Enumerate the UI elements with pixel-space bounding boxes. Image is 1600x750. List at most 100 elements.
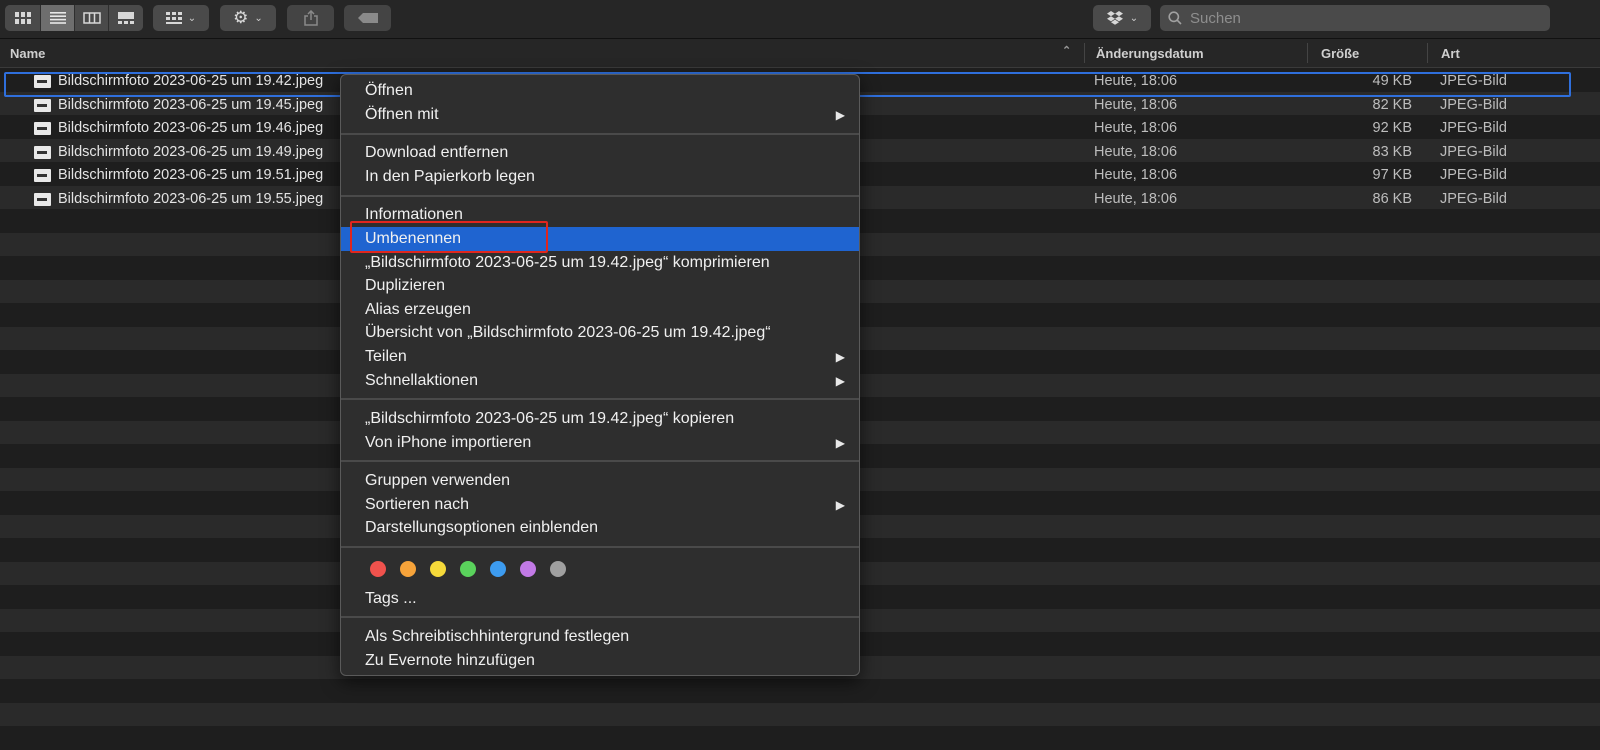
tag-color-dot[interactable] bbox=[520, 561, 536, 577]
file-kind: JPEG-Bild bbox=[1440, 143, 1507, 160]
dropbox-button[interactable]: ⌄ bbox=[1093, 5, 1151, 31]
menu-item-remove-download[interactable]: Download entfernen bbox=[341, 141, 859, 165]
file-kind: JPEG-Bild bbox=[1440, 190, 1507, 207]
menu-item-label: Alias erzeugen bbox=[365, 301, 471, 318]
column-name-header[interactable]: Name bbox=[10, 46, 45, 61]
view-columns-button[interactable] bbox=[75, 5, 109, 31]
tag-color-dot[interactable] bbox=[550, 561, 566, 577]
menu-item-import-from-iphone[interactable]: Von iPhone importieren ▶ bbox=[341, 431, 859, 455]
file-size: 82 KB bbox=[1372, 96, 1413, 113]
column-size-header[interactable]: Größe bbox=[1321, 46, 1359, 61]
grid-icon bbox=[14, 12, 31, 24]
menu-item-make-alias[interactable]: Alias erzeugen bbox=[341, 298, 859, 322]
menu-separator bbox=[341, 398, 859, 400]
file-date: Heute, 18:06 bbox=[1094, 190, 1178, 207]
file-name: Bildschirmfoto 2023-06-25 um 19.46.jpeg bbox=[58, 120, 324, 136]
menu-separator bbox=[341, 546, 859, 548]
tag-icon bbox=[357, 13, 378, 23]
sort-ascending-icon[interactable]: ⌃ bbox=[1062, 44, 1071, 57]
submenu-arrow-icon: ▶ bbox=[835, 108, 845, 122]
menu-item-use-groups[interactable]: Gruppen verwenden bbox=[341, 469, 859, 493]
menu-item-compress[interactable]: „Bildschirmfoto 2023-06-25 um 19.42.jpeg… bbox=[341, 251, 859, 275]
menu-item-open-with[interactable]: Öffnen mit ▶ bbox=[341, 103, 859, 127]
menu-item-label: Darstellungsoptionen einblenden bbox=[365, 519, 599, 536]
menu-item-label: Von iPhone importieren bbox=[365, 434, 532, 451]
highlight-annotation-box bbox=[350, 221, 548, 253]
group-icon bbox=[165, 12, 182, 24]
file-name: Bildschirmfoto 2023-06-25 um 19.55.jpeg bbox=[58, 190, 324, 207]
image-file-icon bbox=[34, 98, 51, 112]
tag-color-dot[interactable] bbox=[430, 561, 446, 577]
file-size: 86 KB bbox=[1372, 190, 1413, 207]
chevron-down-icon: ⌄ bbox=[1129, 12, 1139, 24]
menu-item-open[interactable]: Öffnen bbox=[341, 79, 859, 103]
tag-color-dot[interactable] bbox=[460, 561, 476, 577]
menu-item-label: In den Papierkorb legen bbox=[365, 168, 535, 185]
menu-item-label: Download entfernen bbox=[365, 144, 509, 161]
menu-item-share[interactable]: Teilen ▶ bbox=[341, 345, 859, 369]
column-date-header[interactable]: Änderungsdatum bbox=[1096, 46, 1204, 61]
menu-item-copy[interactable]: „Bildschirmfoto 2023-06-25 um 19.42.jpeg… bbox=[341, 407, 859, 431]
tag-button[interactable] bbox=[344, 5, 391, 31]
menu-item-move-to-trash[interactable]: In den Papierkorb legen bbox=[341, 165, 859, 189]
menu-item-label: „Bildschirmfoto 2023-06-25 um 19.42.jpeg… bbox=[365, 254, 770, 271]
action-button[interactable]: ⚙ ⌄ bbox=[220, 5, 276, 31]
share-button[interactable] bbox=[287, 5, 334, 31]
image-file-icon bbox=[34, 169, 51, 182]
column-divider[interactable] bbox=[1427, 43, 1428, 63]
file-kind: JPEG-Bild bbox=[1440, 167, 1507, 183]
context-menu: Öffnen Öffnen mit ▶ Download entfernen In… bbox=[340, 74, 860, 676]
submenu-arrow-icon: ▶ bbox=[835, 498, 845, 512]
menu-separator bbox=[341, 195, 859, 197]
menu-item-tags[interactable]: Tags ... bbox=[341, 587, 859, 611]
group-menu: ⌄ bbox=[153, 5, 209, 31]
dropbox-icon bbox=[1106, 10, 1123, 25]
menu-separator bbox=[341, 616, 859, 618]
view-list-button[interactable] bbox=[41, 5, 75, 31]
column-divider[interactable] bbox=[1084, 43, 1085, 63]
tag-group bbox=[344, 5, 391, 31]
chevron-down-icon: ⌄ bbox=[254, 12, 263, 24]
menu-item-label: Gruppen verwenden bbox=[365, 472, 510, 489]
menu-item-set-desktop-picture[interactable]: Als Schreibtischhintergrund festlegen bbox=[341, 625, 859, 649]
file-name: Bildschirmfoto 2023-06-25 um 19.49.jpeg bbox=[58, 143, 324, 160]
share-group bbox=[287, 5, 334, 31]
menu-item-duplicate[interactable]: Duplizieren bbox=[341, 274, 859, 298]
row-stripe bbox=[0, 679, 1600, 703]
menu-item-label: Tags ... bbox=[365, 590, 417, 607]
menu-item-label: Sortieren nach bbox=[365, 496, 470, 513]
dropbox-menu: ⌄ bbox=[1093, 5, 1151, 31]
list-icon bbox=[49, 12, 66, 24]
menu-item-sort-by[interactable]: Sortieren nach ▶ bbox=[341, 493, 859, 517]
gear-icon: ⚙ bbox=[233, 8, 249, 27]
file-kind: JPEG-Bild bbox=[1440, 120, 1507, 136]
search-input[interactable] bbox=[1188, 8, 1532, 28]
menu-item-add-to-evernote[interactable]: Zu Evernote hinzufügen bbox=[341, 649, 859, 673]
menu-item-label: Öffnen bbox=[365, 82, 413, 99]
tag-color-dot[interactable] bbox=[490, 561, 506, 577]
menu-item-label: Übersicht von „Bildschirmfoto 2023-06-25… bbox=[365, 324, 771, 341]
search-field[interactable] bbox=[1160, 5, 1550, 31]
menu-separator bbox=[341, 133, 859, 135]
submenu-arrow-icon: ▶ bbox=[835, 436, 845, 450]
view-icons-button[interactable] bbox=[5, 5, 41, 31]
file-date: Heute, 18:06 bbox=[1094, 96, 1178, 113]
menu-item-quick-look[interactable]: Übersicht von „Bildschirmfoto 2023-06-25… bbox=[341, 321, 859, 345]
file-date: Heute, 18:06 bbox=[1094, 167, 1178, 183]
submenu-arrow-icon: ▶ bbox=[835, 350, 845, 364]
tag-color-dot[interactable] bbox=[400, 561, 416, 577]
image-file-icon bbox=[34, 192, 51, 206]
group-button[interactable]: ⌄ bbox=[153, 5, 209, 31]
column-header: Name ⌃ Änderungsdatum Größe Art bbox=[0, 39, 1600, 68]
file-name: Bildschirmfoto 2023-06-25 um 19.45.jpeg bbox=[58, 96, 324, 113]
menu-separator bbox=[341, 460, 859, 462]
gallery-icon bbox=[118, 12, 134, 24]
tag-color-dot[interactable] bbox=[370, 561, 386, 577]
column-kind-header[interactable]: Art bbox=[1441, 46, 1460, 61]
view-gallery-button[interactable] bbox=[109, 5, 143, 31]
row-stripe bbox=[0, 702, 1600, 726]
menu-item-quick-actions[interactable]: Schnellaktionen ▶ bbox=[341, 369, 859, 393]
column-divider[interactable] bbox=[1307, 43, 1308, 63]
menu-item-show-view-options[interactable]: Darstellungsoptionen einblenden bbox=[341, 516, 859, 540]
file-size: 92 KB bbox=[1372, 120, 1413, 136]
